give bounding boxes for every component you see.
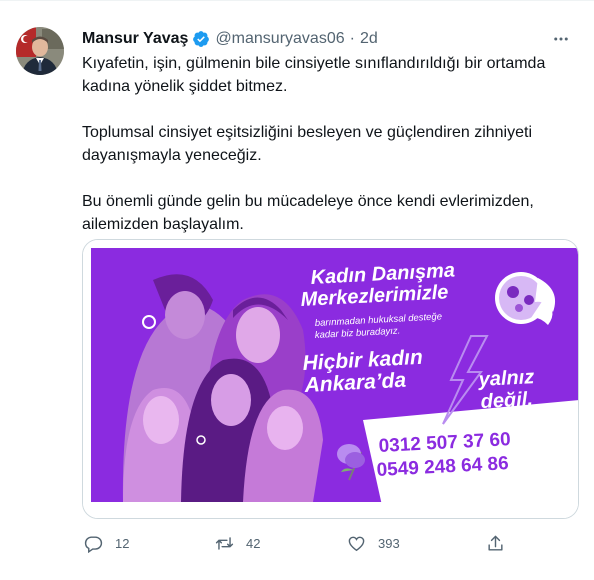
- tweet-actions: 12 42 393: [82, 531, 522, 555]
- tweet-paragraph: Bu önemli günde gelin bu mücadeleye önce…: [82, 193, 534, 233]
- retweet-count: 42: [246, 535, 261, 551]
- avatar[interactable]: [16, 27, 64, 75]
- tweet-card[interactable]: Mansur Yavaş @mansuryavas06 · 2d Kıyafet…: [0, 0, 594, 580]
- separator-dot: ·: [349, 30, 355, 47]
- tweet-paragraph: Toplumsal cinsiyet eşitsizliğini besleye…: [82, 124, 532, 164]
- avatar-image: [16, 27, 64, 75]
- poster-slogan-3: yalnız: [477, 366, 535, 391]
- tweet-text: Kıyafetin, işin, gülmenin bile cinsiyetl…: [82, 52, 582, 236]
- like-count: 393: [378, 535, 400, 551]
- tweet-media-image[interactable]: Kadın Danışma Merkezlerimizle barınmadan…: [82, 239, 579, 519]
- tweet-timestamp[interactable]: 2d: [360, 30, 378, 48]
- poster-slogan-4: değil.: [480, 388, 533, 413]
- reply-icon: [84, 535, 103, 553]
- like-button[interactable]: 393: [347, 531, 400, 555]
- share-icon: [488, 535, 503, 551]
- author-name[interactable]: Mansur Yavaş: [82, 30, 188, 48]
- heart-icon: [348, 536, 365, 551]
- reply-count: 12: [115, 535, 130, 551]
- tweet-paragraph: Kıyafetin, işin, gülmenin bile cinsiyetl…: [82, 55, 546, 95]
- author-handle[interactable]: @mansuryavas06: [215, 30, 344, 48]
- tweet-header: Mansur Yavaş @mansuryavas06 · 2d: [82, 28, 580, 50]
- share-button[interactable]: [486, 531, 505, 555]
- verified-badge-icon: [192, 30, 210, 48]
- reply-button[interactable]: 12: [84, 531, 129, 555]
- more-dots-icon[interactable]: [550, 28, 572, 50]
- retweet-button[interactable]: 42: [215, 531, 260, 555]
- retweet-icon: [215, 536, 234, 550]
- campaign-poster: Kadın Danışma Merkezlerimizle barınmadan…: [83, 240, 578, 518]
